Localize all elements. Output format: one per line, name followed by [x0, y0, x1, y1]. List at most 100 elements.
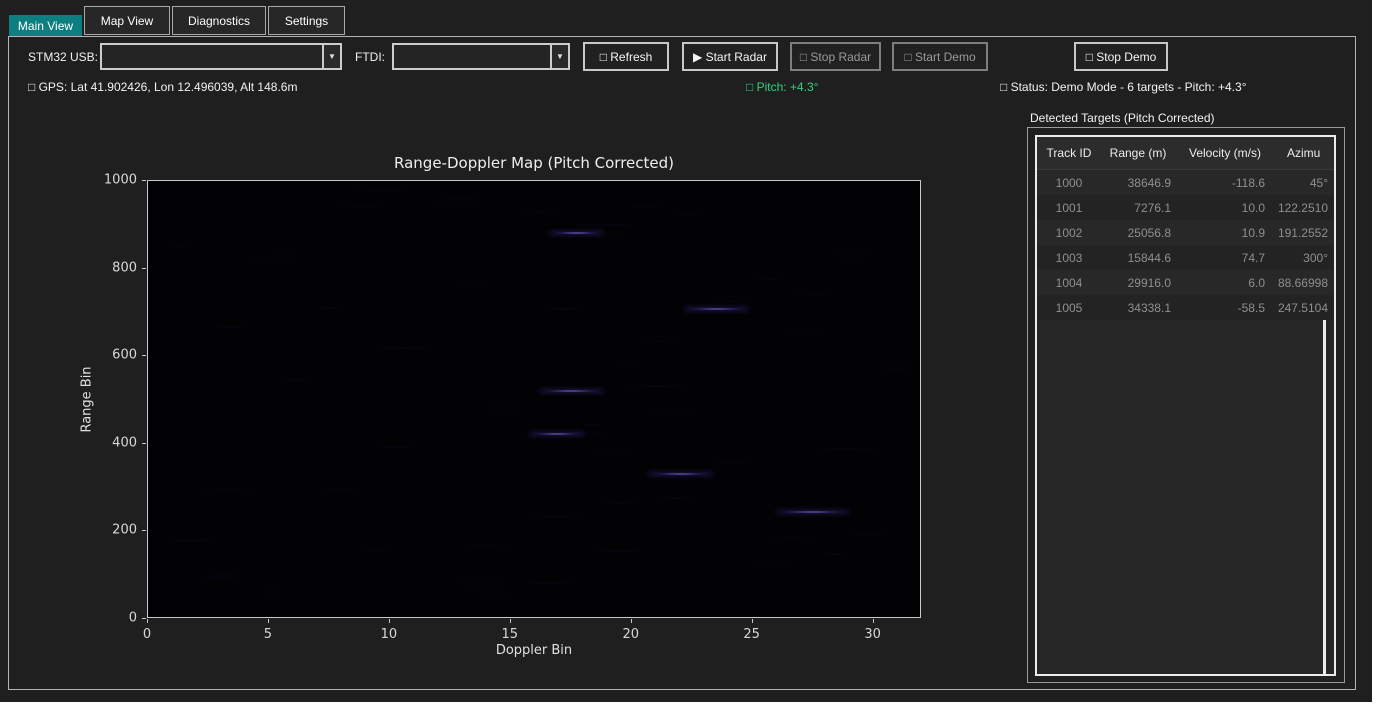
table-row[interactable]: 100315844.674.7300° [1037, 245, 1334, 270]
noise-streak [532, 516, 581, 518]
y-tick-mark [142, 530, 146, 531]
target-streak [649, 473, 712, 475]
table-row[interactable]: 10017276.110.0122.2510 [1037, 195, 1334, 220]
noise-streak [875, 367, 917, 369]
table-scrollbar[interactable] [1323, 320, 1326, 674]
chevron-down-icon[interactable]: ▼ [322, 45, 340, 68]
range-doppler-figure: Range-Doppler Map (Pitch Corrected) 0510… [60, 145, 960, 675]
table-cell: -118.6 [1179, 176, 1271, 190]
noise-streak [658, 497, 695, 499]
noise-streak [378, 446, 414, 448]
noise-streak [355, 550, 393, 552]
table-cell: 1004 [1037, 276, 1097, 290]
noise-streak [168, 245, 189, 247]
tab-label: Settings [285, 14, 328, 28]
noise-streak [634, 340, 684, 342]
table-cell: -58.5 [1179, 301, 1271, 315]
start-demo-button[interactable]: □ Start Demo [892, 42, 988, 71]
noise-streak [198, 577, 237, 579]
tab-map-view[interactable]: Map View [84, 6, 170, 35]
noise-streak [815, 448, 876, 450]
table-cell: 88.66998 [1271, 276, 1328, 290]
x-tick-label: 10 [381, 627, 398, 642]
noise-streak [460, 544, 512, 546]
column-header-velocity[interactable]: Velocity (m/s) [1179, 146, 1271, 160]
column-header-range[interactable]: Range (m) [1097, 146, 1179, 160]
y-tick-label: 600 [97, 348, 137, 363]
range-doppler-plot [147, 180, 921, 618]
table-row[interactable]: 100038646.9-118.645° [1037, 170, 1334, 195]
noise-streak [709, 462, 752, 464]
pitch-status: □ Pitch: +4.3° [746, 80, 818, 94]
target-streak [550, 232, 603, 234]
ftdi-combobox[interactable]: ▼ [392, 43, 570, 70]
noise-streak [269, 255, 301, 257]
noise-streak [789, 294, 839, 296]
table-cell: 122.2510 [1271, 201, 1328, 215]
tab-diagnostics[interactable]: Diagnostics [172, 6, 266, 35]
noise-streak [766, 537, 816, 539]
table-row[interactable]: 100429916.06.088.66998 [1037, 270, 1334, 295]
noise-streak [485, 407, 527, 409]
table-row[interactable]: 100225056.810.9191.2552 [1037, 220, 1334, 245]
noise-streak [476, 597, 518, 599]
y-tick-label: 400 [97, 435, 137, 450]
x-tick-mark [752, 619, 753, 623]
table-cell: 38646.9 [1097, 176, 1179, 190]
table-cell: 74.7 [1179, 251, 1271, 265]
table-cell: 1001 [1037, 201, 1097, 215]
y-tick-mark [142, 443, 146, 444]
x-tick-mark [873, 619, 874, 623]
table-row[interactable]: 100534338.1-58.5247.5104 [1037, 295, 1334, 320]
noise-streak [629, 206, 662, 208]
noise-streak [242, 257, 291, 259]
y-tick-label: 0 [97, 611, 137, 626]
x-tick-label: 15 [502, 627, 519, 642]
noise-streak [455, 583, 511, 585]
noise-streak [824, 553, 847, 555]
noise-streak [629, 385, 684, 387]
noise-streak [516, 211, 566, 213]
stop-radar-button[interactable]: □ Stop Radar [790, 42, 881, 71]
noise-streak [165, 540, 213, 542]
x-tick-label: 0 [143, 627, 151, 642]
noise-streak [593, 550, 642, 552]
noise-streak [282, 379, 311, 381]
tab-label: Map View [101, 14, 153, 28]
stop-demo-button[interactable]: □ Stop Demo [1074, 42, 1168, 71]
start-radar-button[interactable]: ▶ Start Radar [682, 42, 778, 71]
noise-streak [748, 561, 803, 563]
tab-main-view[interactable]: Main View [9, 15, 82, 36]
noise-streak [547, 432, 605, 434]
noise-streak [711, 300, 752, 302]
noise-streak [455, 284, 495, 286]
table-cell: 1005 [1037, 301, 1097, 315]
table-cell: 1003 [1037, 251, 1097, 265]
noise-streak [603, 502, 636, 504]
x-tick-label: 30 [864, 627, 881, 642]
noise-streak [585, 453, 639, 455]
x-tick-mark [510, 619, 511, 623]
noise-streak [319, 307, 339, 309]
column-header-track-id[interactable]: Track ID [1037, 146, 1097, 160]
noise-streak [337, 206, 390, 208]
refresh-button[interactable]: □ Refresh [583, 42, 669, 71]
x-tick-label: 25 [743, 627, 760, 642]
noise-streak [377, 347, 430, 349]
table-cell: 6.0 [1179, 276, 1271, 290]
chevron-down-icon[interactable]: ▼ [550, 45, 568, 68]
noise-streak [527, 582, 571, 584]
table-cell: 29916.0 [1097, 276, 1179, 290]
table-cell: 15844.6 [1097, 251, 1179, 265]
stm32-usb-combobox[interactable]: ▼ [100, 43, 342, 70]
column-header-azimuth[interactable]: Azimu [1271, 146, 1328, 160]
x-tick-mark [147, 619, 148, 623]
targets-table: Track ID Range (m) Velocity (m/s) Azimu … [1035, 135, 1336, 676]
stm32-usb-combobox-value [102, 45, 322, 68]
tab-settings[interactable]: Settings [268, 6, 345, 35]
table-cell: 45° [1271, 176, 1328, 190]
x-tick-label: 5 [264, 627, 272, 642]
y-tick-mark [142, 355, 146, 356]
target-streak [540, 390, 603, 392]
target-streak [777, 511, 850, 513]
